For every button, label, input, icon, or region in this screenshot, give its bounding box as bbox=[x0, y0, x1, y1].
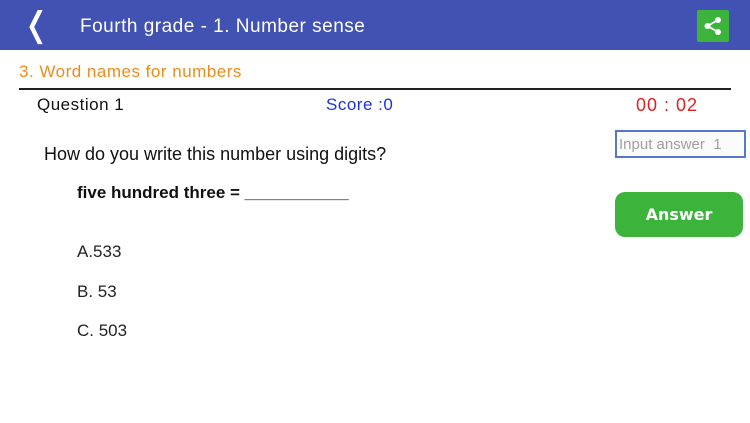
share-button[interactable] bbox=[697, 10, 729, 42]
question-number: Question 1 bbox=[37, 95, 125, 114]
chevron-left-icon: ❬ bbox=[22, 5, 51, 45]
top-app-bar: ❬ Fourth grade - 1. Number sense bbox=[0, 0, 750, 50]
option-a[interactable]: A.533 bbox=[77, 240, 121, 264]
back-button[interactable]: ❬ bbox=[22, 5, 51, 45]
option-c[interactable]: C. 503 bbox=[77, 319, 127, 343]
question-prompt: How do you write this number using digit… bbox=[44, 144, 387, 164]
answer-button[interactable]: Answer bbox=[615, 192, 743, 237]
question-problem: five hundred three = ___________ bbox=[77, 183, 349, 202]
page-title: Fourth grade - 1. Number sense bbox=[80, 16, 366, 37]
timer: 00 : 02 bbox=[636, 95, 699, 115]
score-label: Score :0 bbox=[326, 95, 394, 114]
divider bbox=[19, 88, 731, 90]
answer-input[interactable] bbox=[615, 130, 746, 158]
share-icon bbox=[704, 17, 721, 35]
option-b[interactable]: B. 53 bbox=[77, 280, 117, 304]
section-title: 3. Word names for numbers bbox=[19, 62, 242, 81]
